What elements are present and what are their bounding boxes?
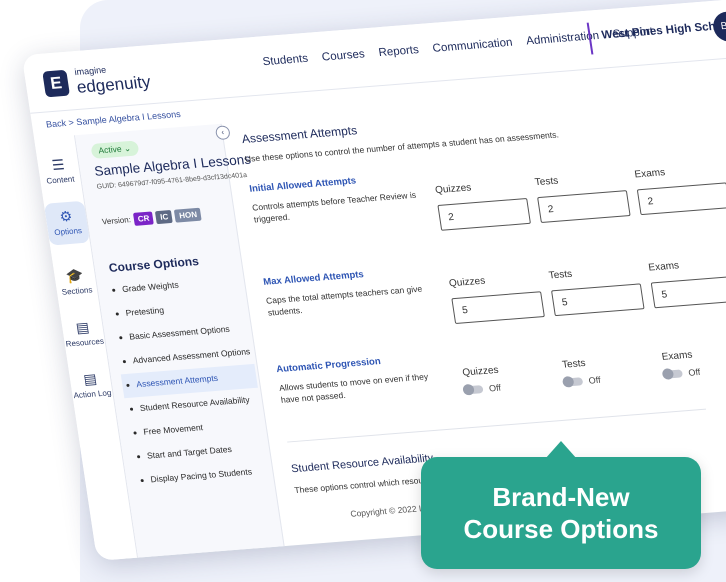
school-name[interactable]: West Pines High School xyxy=(601,19,726,41)
left-nav-options[interactable]: ⚙ Options xyxy=(43,200,90,246)
edgenuity-logo-icon: E xyxy=(42,69,71,98)
max-attempts-title: Max Allowed Attempts xyxy=(262,269,365,288)
version-ic-badge[interactable]: IC xyxy=(155,209,174,225)
initial-attempts-title: Initial Allowed Attempts xyxy=(248,175,357,195)
course-options-list: Grade Weights Pretesting Basic Assessmen… xyxy=(107,269,273,494)
auto-progression-title: Automatic Progression xyxy=(275,356,382,376)
version-label: Version: xyxy=(101,215,132,227)
status-badge[interactable]: Active ⌄ xyxy=(90,140,140,159)
toggle-label: Off xyxy=(687,366,701,378)
toggle-track xyxy=(464,385,484,395)
version-hon-badge[interactable]: HON xyxy=(174,207,202,223)
col-quizzes-header-3: Quizzes xyxy=(461,364,500,379)
sliders-icon: ⚙ xyxy=(58,207,74,225)
max-attempts-desc: Caps the total attempts teachers can giv… xyxy=(265,283,423,318)
document-icon: ▤ xyxy=(74,318,91,336)
nav-courses[interactable]: Courses xyxy=(321,48,365,63)
version-cr-badge[interactable]: CR xyxy=(132,211,155,226)
resource-section-title: Student Resource Availability xyxy=(290,452,435,476)
main-nav: Students Courses Reports Communication A… xyxy=(262,26,654,69)
col-tests-header: Tests xyxy=(534,175,560,189)
left-nav-content-label: Content xyxy=(45,174,76,186)
left-nav-action-log-label: Action Log xyxy=(72,388,112,401)
auto-tests-toggle[interactable]: Off xyxy=(564,375,601,388)
logo-edgenuity-text: edgenuity xyxy=(75,72,152,97)
max-exams-input[interactable]: 5 xyxy=(650,275,726,309)
chevron-down-icon: ⌄ xyxy=(123,142,132,154)
initial-attempts-desc: Controls attempts before Teacher Review … xyxy=(251,189,417,225)
auto-quizzes-toggle[interactable]: Off xyxy=(464,382,502,396)
user-avatar[interactable]: BM xyxy=(711,10,726,43)
col-quizzes-header-2: Quizzes xyxy=(448,275,487,290)
brand-new-callout: Brand-New Course Options xyxy=(421,441,701,569)
graduation-cap-icon: 🎓 xyxy=(64,267,85,285)
auto-exams-toggle[interactable]: Off xyxy=(663,366,701,380)
nav-reports[interactable]: Reports xyxy=(378,44,420,59)
nav-communication[interactable]: Communication xyxy=(432,37,513,55)
page-title: Assessment Attempts xyxy=(240,123,359,147)
status-label: Active xyxy=(97,143,123,156)
left-nav-content[interactable]: ☰ Content xyxy=(37,155,81,186)
left-nav-options-label: Options xyxy=(53,226,83,238)
list-tree-icon: ☰ xyxy=(50,156,66,174)
left-nav-sections-label: Sections xyxy=(61,285,94,297)
toggle-label: Off xyxy=(488,382,502,394)
toggle-label: Off xyxy=(587,374,602,386)
initial-exams-input[interactable]: 2 xyxy=(636,182,726,216)
col-tests-header-3: Tests xyxy=(561,357,587,371)
chevron-left-icon: ‹ xyxy=(220,127,225,137)
version-row: Version: CR IC HON xyxy=(101,207,202,229)
max-tests-input[interactable]: 5 xyxy=(551,283,645,317)
col-exams-header: Exams xyxy=(633,167,666,181)
course-options-title: Course Options xyxy=(107,254,200,275)
toggle-track xyxy=(564,377,584,387)
left-nav-resources-label: Resources xyxy=(65,336,105,349)
max-quizzes-input[interactable]: 5 xyxy=(451,291,545,325)
log-list-icon: ▤ xyxy=(82,370,98,388)
callout-line-2: Course Options xyxy=(463,514,659,544)
auto-progression-desc: Allows students to move on even if they … xyxy=(278,371,429,405)
col-exams-header-2: Exams xyxy=(647,260,680,274)
left-nav-resources[interactable]: ▤ Resources xyxy=(61,318,105,349)
callout-line-1: Brand-New xyxy=(492,482,630,512)
left-nav-sections[interactable]: 🎓 Sections xyxy=(54,266,98,297)
initial-tests-input[interactable]: 2 xyxy=(537,190,631,223)
section-divider xyxy=(287,408,707,443)
toggle-track xyxy=(663,369,684,379)
col-quizzes-header: Quizzes xyxy=(434,182,473,197)
col-exams-header-3: Exams xyxy=(661,349,694,363)
col-tests-header-2: Tests xyxy=(548,268,573,282)
breadcrumb[interactable]: Back > Sample Algebra I Lessons xyxy=(45,109,181,129)
initial-quizzes-input[interactable]: 2 xyxy=(437,197,531,231)
left-nav-action-log[interactable]: ▤ Action Log xyxy=(69,369,113,400)
nav-students[interactable]: Students xyxy=(262,53,309,68)
